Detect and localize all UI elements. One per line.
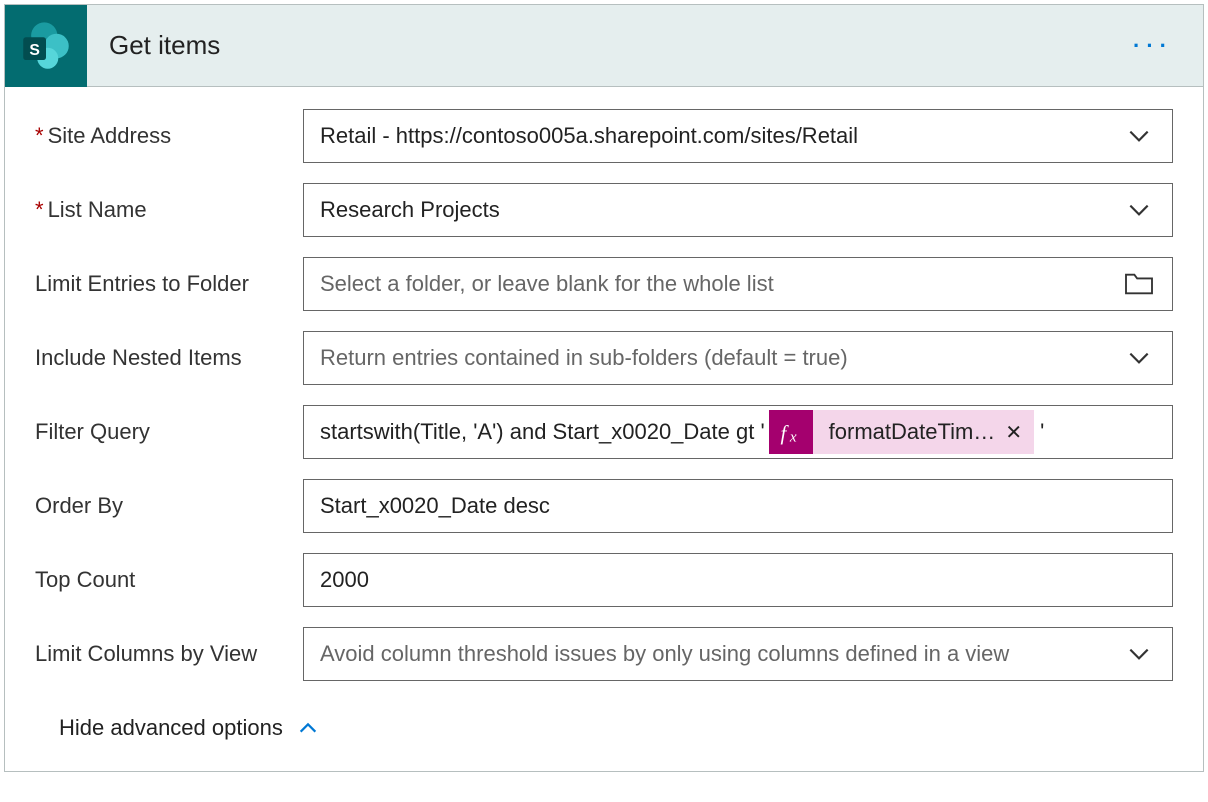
chevron-down-icon — [1122, 345, 1156, 371]
order-by-input[interactable]: Start_x0020_Date desc — [303, 479, 1173, 533]
chevron-down-icon — [1122, 123, 1156, 149]
field-label: Filter Query — [35, 419, 303, 445]
action-body: *Site Address Retail - https://contoso00… — [5, 87, 1203, 771]
field-row-limit-folder: Limit Entries to Folder Select a folder,… — [35, 257, 1173, 311]
more-menu-icon[interactable]: ··· — [1133, 33, 1173, 59]
field-row-include-nested: Include Nested Items Return entries cont… — [35, 331, 1173, 385]
field-label: Limit Columns by View — [35, 641, 303, 667]
field-label: Order By — [35, 493, 303, 519]
filter-query-text: startswith(Title, 'A') and Start_x0020_D… — [320, 419, 765, 445]
expression-token[interactable]: formatDateTim… ✕ — [813, 410, 1034, 454]
filter-query-input[interactable]: startswith(Title, 'A') and Start_x0020_D… — [303, 405, 1173, 459]
filter-query-trailing: ' — [1040, 419, 1044, 445]
chevron-down-icon — [1122, 197, 1156, 223]
field-row-site-address: *Site Address Retail - https://contoso00… — [35, 109, 1173, 163]
action-title: Get items — [109, 30, 1133, 61]
limit-folder-input[interactable]: Select a folder, or leave blank for the … — [303, 257, 1173, 311]
site-address-dropdown[interactable]: Retail - https://contoso005a.sharepoint.… — [303, 109, 1173, 163]
field-row-order-by: Order By Start_x0020_Date desc — [35, 479, 1173, 533]
action-card: S Get items ··· *Site Address Retail - h… — [4, 4, 1204, 772]
remove-token-icon[interactable]: ✕ — [1005, 420, 1022, 445]
fx-expression-icon: f x — [769, 410, 813, 454]
sharepoint-icon: S — [18, 18, 74, 74]
field-label: Limit Entries to Folder — [35, 271, 303, 297]
svg-text:S: S — [29, 41, 40, 58]
expression-token-label: formatDateTim… — [829, 419, 996, 445]
field-label: *Site Address — [35, 123, 303, 149]
field-label: Include Nested Items — [35, 345, 303, 371]
svg-text:f: f — [780, 421, 789, 445]
field-row-filter-query: Filter Query startswith(Title, 'A') and … — [35, 405, 1173, 459]
folder-picker-icon[interactable] — [1122, 271, 1156, 297]
field-label: Top Count — [35, 567, 303, 593]
action-header: S Get items ··· — [5, 5, 1203, 87]
toggle-advanced-label: Hide advanced options — [59, 715, 283, 741]
toggle-advanced-options[interactable]: Hide advanced options — [59, 715, 1173, 741]
field-label: *List Name — [35, 197, 303, 223]
top-count-input[interactable]: 2000 — [303, 553, 1173, 607]
chevron-down-icon — [1122, 641, 1156, 667]
field-row-top-count: Top Count 2000 — [35, 553, 1173, 607]
required-marker: * — [35, 197, 44, 222]
field-row-limit-columns: Limit Columns by View Avoid column thres… — [35, 627, 1173, 681]
include-nested-dropdown[interactable]: Return entries contained in sub-folders … — [303, 331, 1173, 385]
required-marker: * — [35, 123, 44, 148]
chevron-up-icon — [297, 717, 319, 739]
limit-columns-dropdown[interactable]: Avoid column threshold issues by only us… — [303, 627, 1173, 681]
svg-text:x: x — [788, 428, 796, 445]
list-name-dropdown[interactable]: Research Projects — [303, 183, 1173, 237]
field-row-list-name: *List Name Research Projects — [35, 183, 1173, 237]
sharepoint-logo-tile: S — [5, 5, 87, 87]
